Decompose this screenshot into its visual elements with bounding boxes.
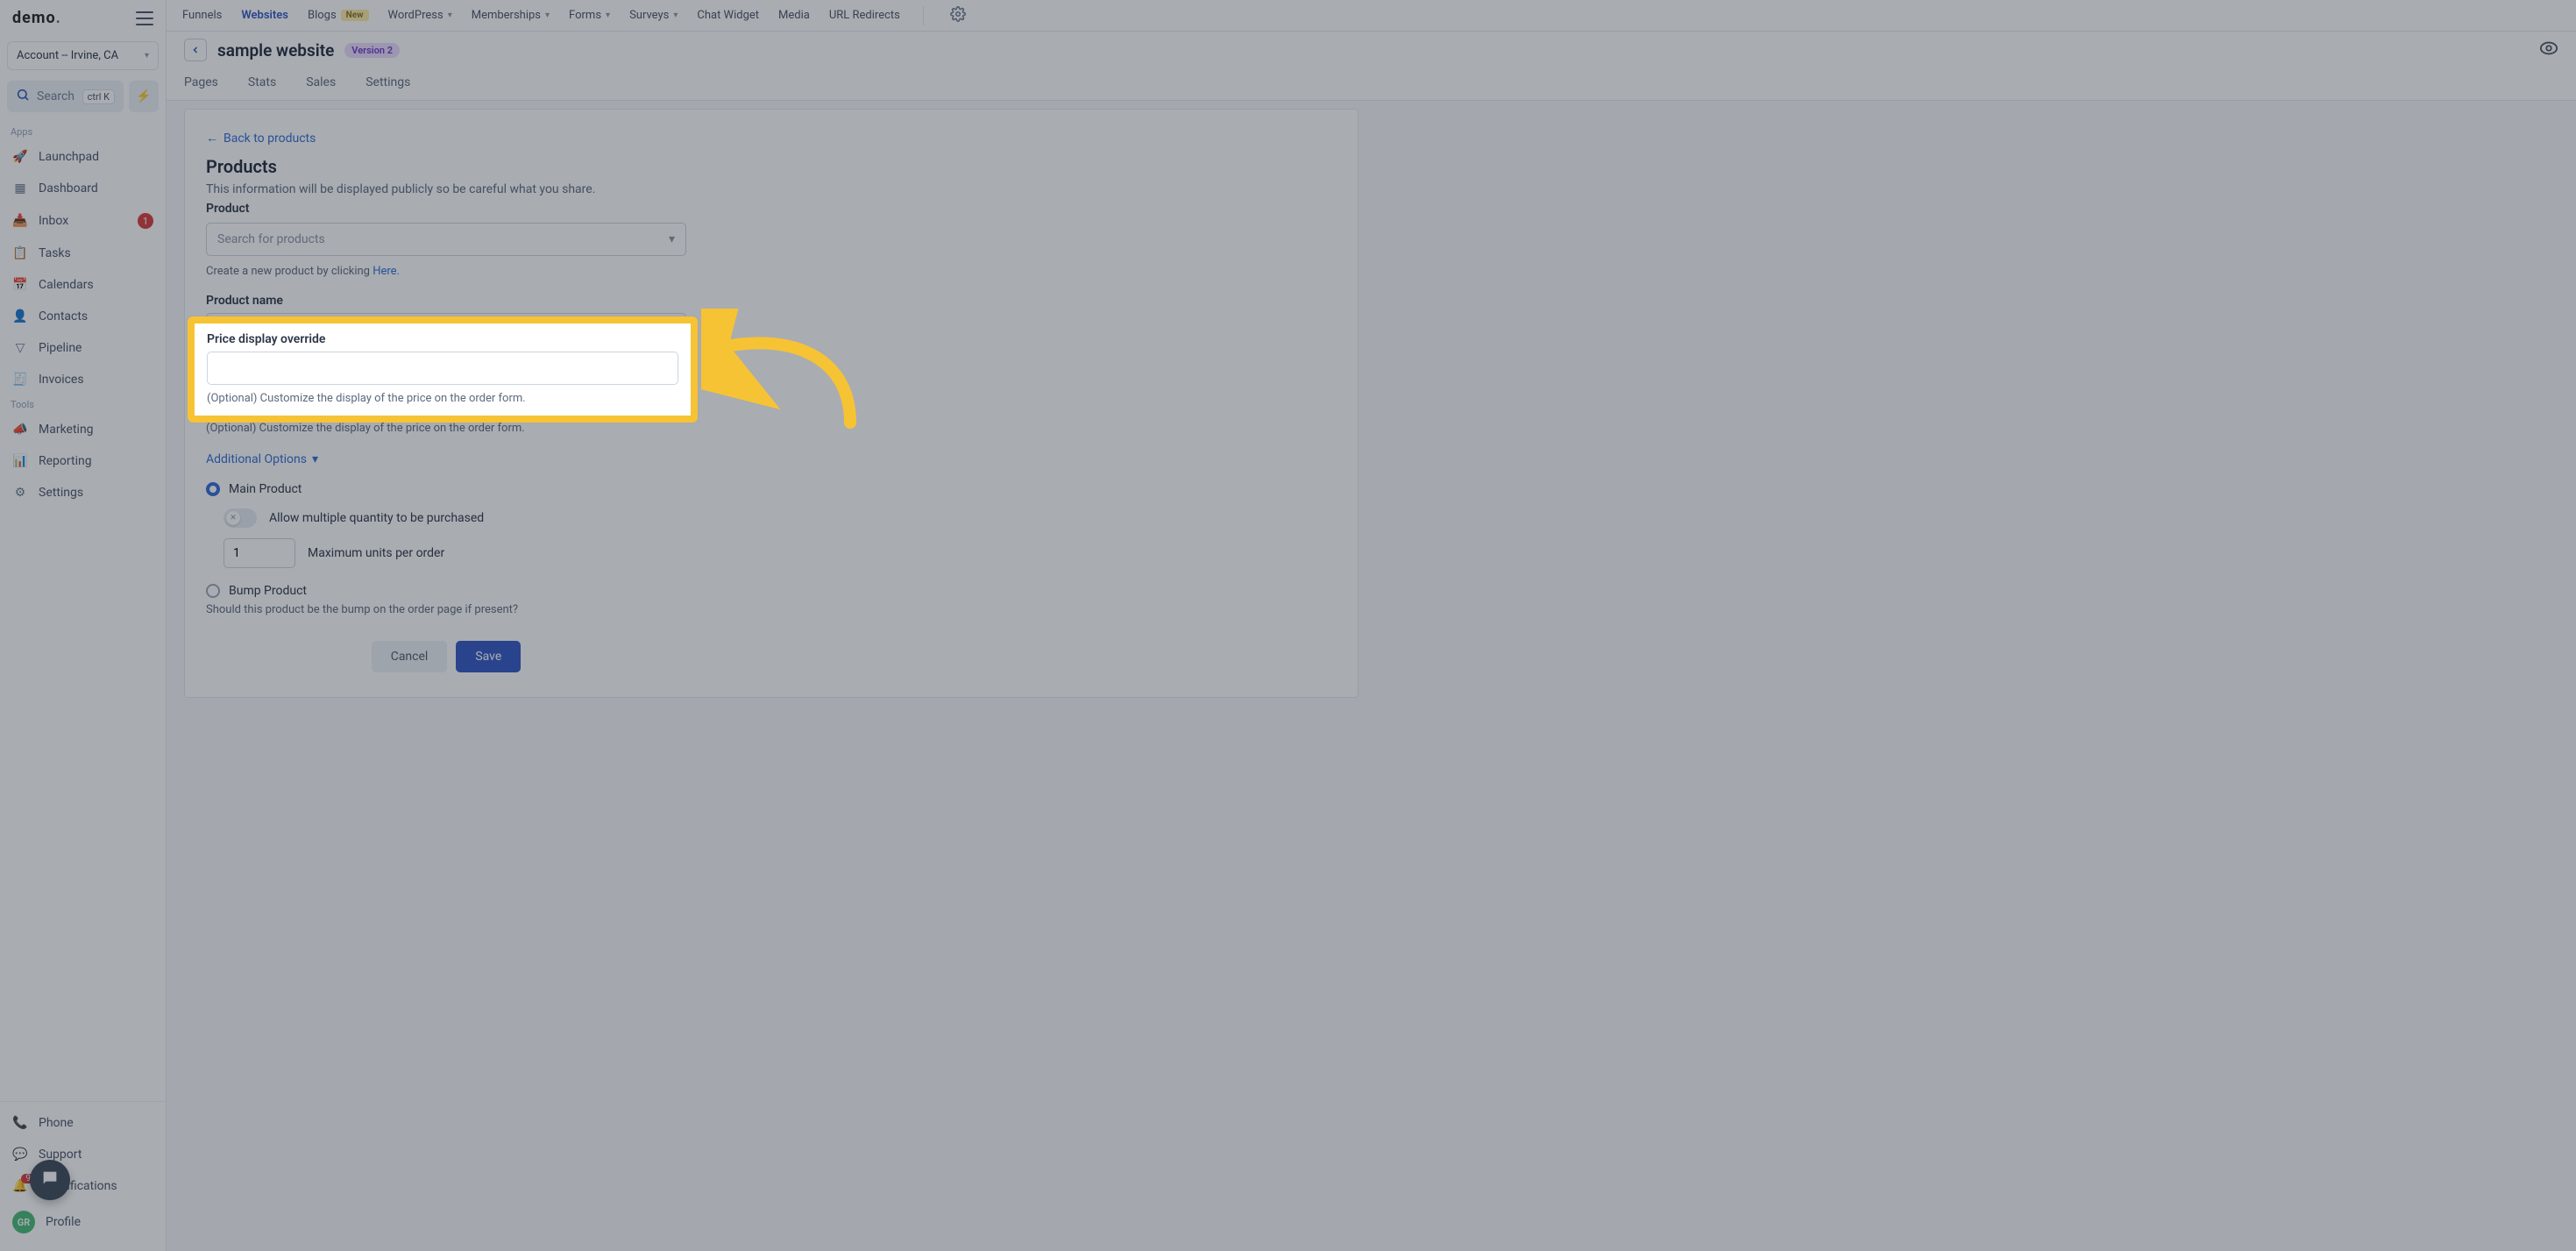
price-override-hint-hl: (Optional) Customize the display of the … [207, 392, 678, 405]
price-override-label-hl: Price display override [207, 332, 678, 346]
tutorial-highlight: Price display override (Optional) Custom… [188, 316, 698, 423]
dim-overlay [0, 0, 2576, 1251]
price-override-input-hl[interactable] [207, 352, 678, 385]
